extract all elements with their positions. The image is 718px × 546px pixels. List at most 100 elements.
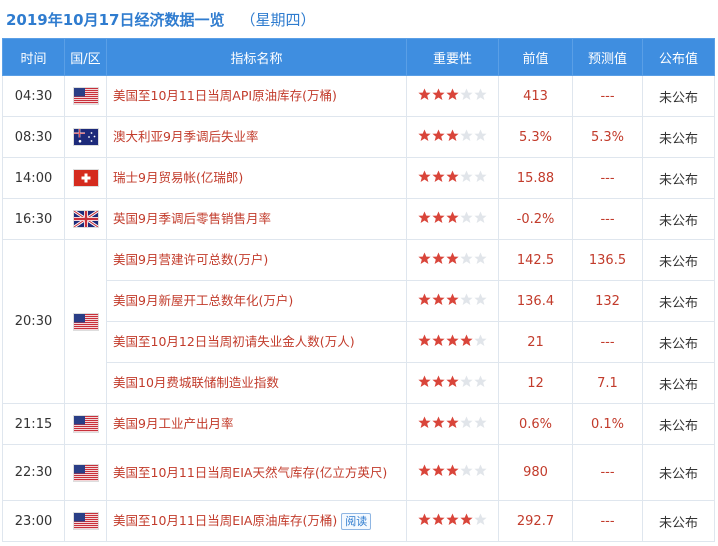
indicator-link[interactable]: 美国至10月11日当周EIA原油库存(万桶) (113, 513, 337, 528)
importance-stars (418, 293, 487, 306)
indicator-link[interactable]: 美国至10月11日当周API原油库存(万桶) (106, 75, 407, 117)
col-header-importance: 重要性 (406, 38, 499, 76)
published-value: 未公布 (642, 321, 715, 363)
us-flag-icon (72, 312, 99, 331)
previous-value: 980 (498, 444, 573, 501)
importance-stars (418, 375, 487, 388)
star-filled-icon (418, 211, 431, 224)
forecast-value: 5.3% (572, 116, 643, 158)
importance-cell (406, 403, 499, 445)
table-row: 美国9月新屋开工总数年化(万户) 136.4 132 未公布 (3, 280, 715, 322)
star-filled-icon (446, 375, 459, 388)
flag-cell (64, 157, 107, 199)
published-value: 未公布 (642, 239, 715, 281)
star-empty-icon (474, 416, 487, 429)
star-filled-icon (446, 88, 459, 101)
time-cell: 20:30 (2, 239, 65, 404)
importance-stars (418, 416, 487, 429)
indicator-link[interactable]: 澳大利亚9月季调后失业率 (106, 116, 407, 158)
previous-value: 136.4 (498, 280, 573, 322)
star-empty-icon (460, 211, 473, 224)
flag-cell (64, 116, 107, 158)
star-empty-icon (460, 170, 473, 183)
indicator-link[interactable]: 美国至10月11日当周EIA天然气库存(亿立方英尺) (106, 444, 407, 501)
importance-cell (406, 280, 499, 322)
indicator-link[interactable]: 美国9月工业产出月率 (106, 403, 407, 445)
star-filled-icon (418, 513, 431, 526)
table-row: 23:00 美国至10月11日当周EIA原油库存(万桶) 阅读 292.7 ---… (2, 500, 715, 542)
star-filled-icon (432, 252, 445, 265)
star-empty-icon (474, 170, 487, 183)
star-filled-icon (446, 252, 459, 265)
table-row: 16:30 英国9月季调后零售销售月率 -0.2% --- 未公布 (2, 198, 715, 240)
star-filled-icon (460, 334, 473, 347)
flag-cell (64, 444, 107, 501)
previous-value: -0.2% (498, 198, 573, 240)
us-flag-icon (72, 415, 99, 433)
star-empty-icon (460, 464, 473, 477)
star-empty-icon (474, 375, 487, 388)
flag-cell (64, 239, 107, 404)
time-cell: 04:30 (2, 75, 65, 117)
importance-stars (418, 464, 487, 477)
flag-cell (64, 500, 107, 542)
star-filled-icon (432, 129, 445, 142)
star-filled-icon (418, 334, 431, 347)
star-filled-icon (432, 293, 445, 306)
table-row: 20:30 美国9月营建许可总数(万户) 142.5 136.5 未公布 (2, 239, 715, 404)
star-filled-icon (446, 293, 459, 306)
star-filled-icon (418, 293, 431, 306)
star-filled-icon (446, 464, 459, 477)
previous-value: 15.88 (498, 157, 573, 199)
star-empty-icon (474, 293, 487, 306)
star-filled-icon (432, 211, 445, 224)
published-value: 未公布 (642, 500, 715, 542)
col-header-forecast: 预测值 (572, 38, 643, 76)
star-filled-icon (418, 88, 431, 101)
star-filled-icon (418, 252, 431, 265)
star-filled-icon (446, 170, 459, 183)
forecast-value: 0.1% (572, 403, 643, 445)
indicator-link[interactable]: 英国9月季调后零售销售月率 (106, 198, 407, 240)
indicator-link[interactable]: 美国9月新屋开工总数年化(万户) (106, 280, 407, 322)
star-empty-icon (474, 88, 487, 101)
ch-flag-icon (72, 169, 99, 187)
previous-value: 12 (498, 362, 573, 404)
col-header-previous: 前值 (498, 38, 573, 76)
published-value: 未公布 (642, 157, 715, 199)
indicator-link[interactable]: 美国至10月12日当周初请失业金人数(万人) (106, 321, 407, 363)
time-cell: 16:30 (2, 198, 65, 240)
star-filled-icon (432, 88, 445, 101)
published-value: 未公布 (642, 198, 715, 240)
star-filled-icon (446, 334, 459, 347)
previous-value: 0.6% (498, 403, 573, 445)
table-row: 美国至10月12日当周初请失业金人数(万人) 21 --- 未公布 (3, 321, 715, 363)
indicator-cell: 美国至10月11日当周EIA原油库存(万桶) 阅读 (106, 500, 407, 542)
col-header-published: 公布值 (642, 38, 715, 76)
read-button[interactable]: 阅读 (341, 512, 372, 530)
indicator-link[interactable]: 美国10月费城联储制造业指数 (106, 362, 407, 404)
indicator-link[interactable]: 美国9月营建许可总数(万户) (106, 239, 407, 281)
previous-value: 413 (498, 75, 573, 117)
table-row: 21:15 美国9月工业产出月率 0.6% 0.1% 未公布 (2, 403, 715, 445)
importance-stars (418, 129, 487, 142)
time-cell: 21:15 (2, 403, 65, 445)
star-empty-icon (474, 252, 487, 265)
importance-cell (406, 198, 499, 240)
star-filled-icon (432, 464, 445, 477)
importance-cell (406, 239, 499, 281)
star-filled-icon (446, 416, 459, 429)
us-flag-icon (72, 512, 99, 530)
forecast-value: 136.5 (572, 239, 643, 281)
star-empty-icon (474, 464, 487, 477)
star-empty-icon (474, 129, 487, 142)
previous-value: 142.5 (498, 239, 573, 281)
flag-cell (64, 403, 107, 445)
forecast-value: --- (572, 500, 643, 542)
time-cell: 14:00 (2, 157, 65, 199)
importance-stars (418, 334, 487, 347)
importance-cell (406, 500, 499, 542)
indicator-link[interactable]: 瑞士9月贸易帐(亿瑞郎) (106, 157, 407, 199)
star-filled-icon (418, 129, 431, 142)
forecast-value: --- (572, 75, 643, 117)
